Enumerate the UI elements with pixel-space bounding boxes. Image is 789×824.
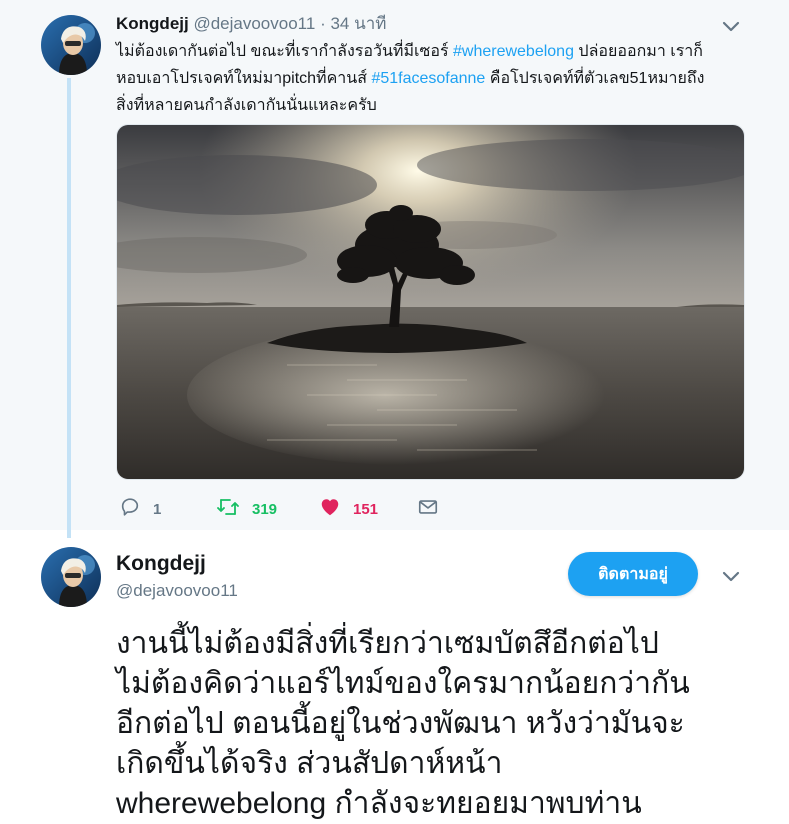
tweet-text-line: wherewebelong กำลังจะทยอยมาพบท่าน	[116, 787, 642, 820]
retweet-count: 319	[252, 500, 278, 518]
text-segment: หอบเอาโปรเจคท์ใหม่มาpitchที่คานส์	[116, 70, 372, 87]
tweet-timestamp[interactable]: 34 นาที	[330, 14, 386, 33]
like-count: 151	[353, 500, 379, 518]
thread-connector-line	[67, 78, 71, 538]
chevron-down-icon[interactable]	[720, 565, 742, 587]
avatar[interactable]	[41, 547, 101, 607]
following-button[interactable]: ติดตามอยู่	[568, 552, 698, 596]
hashtag-link[interactable]: #wherewebelong	[453, 43, 574, 60]
tweet-text-line: ไม่ต้องคิดว่าแอร์ไทม์ของใครมากน้อยกว่ากั…	[116, 667, 690, 700]
reply-count: 1	[153, 500, 162, 518]
tweet-photo[interactable]	[116, 124, 745, 480]
retweet-button[interactable]: 319	[216, 495, 277, 523]
retweet-icon	[216, 496, 252, 522]
author-name[interactable]: Kongdejj	[116, 551, 206, 577]
tweet-text-line: สิ่งที่หลายคนกำลังเดากันนั่นแหละครับ	[116, 92, 756, 119]
like-button[interactable]: 151	[319, 495, 378, 523]
avatar[interactable]	[41, 15, 101, 75]
tweet-text-line: งานนี้ไม่ต้องมีสิ่งที่เรียกว่าเซมบัตสึอี…	[116, 627, 659, 660]
tweet-text: ไม่ต้องเดากันต่อไป ขณะที่เรากำลังรอวันที…	[116, 38, 756, 119]
tweet-text-line: อีกต่อไป ตอนนี้อยู่ในช่วงพัฒนา หวังว่ามั…	[116, 707, 685, 740]
author-name[interactable]: Kongdejj	[116, 14, 189, 33]
hashtag-link[interactable]: #51facesofanne	[371, 70, 485, 87]
text-segment: สิ่งที่หลายคนกำลังเดากันนั่นแหละครับ	[116, 97, 377, 114]
reply-button[interactable]: 1	[119, 495, 161, 523]
tweet-text-line: เกิดขึ้นได้จริง ส่วนสัปดาห์หน้า	[116, 747, 503, 780]
heart-icon	[319, 496, 353, 522]
text-segment: ไม่ต้องเดากันต่อไป ขณะที่เรากำลังรอวันที…	[116, 43, 453, 60]
chevron-down-icon[interactable]	[720, 15, 742, 37]
envelope-icon	[417, 496, 451, 522]
author-handle[interactable]: @dejavoovoo11	[193, 14, 315, 33]
tweet-text: งานนี้ไม่ต้องมีสิ่งที่เรียกว่าเซมบัตสึอี…	[116, 624, 776, 824]
direct-message-button[interactable]	[417, 495, 451, 523]
tweet-text-line: หอบเอาโปรเจคท์ใหม่มาpitchที่คานส์ #51fac…	[116, 65, 756, 92]
header-separator: ·	[320, 14, 326, 33]
text-segment: ปล่อยออกมา เราก็	[573, 43, 703, 60]
tweet-text-line: ไม่ต้องเดากันต่อไป ขณะที่เรากำลังรอวันที…	[116, 38, 756, 65]
author-handle[interactable]: @dejavoovoo11	[116, 580, 238, 602]
reply-icon	[119, 496, 153, 522]
text-segment: คือโปรเจคท์ที่ตัวเลข51หมายถึง	[485, 70, 705, 87]
tweet-header: Kongdejj @dejavoovoo11 · 34 นาที	[116, 13, 386, 35]
